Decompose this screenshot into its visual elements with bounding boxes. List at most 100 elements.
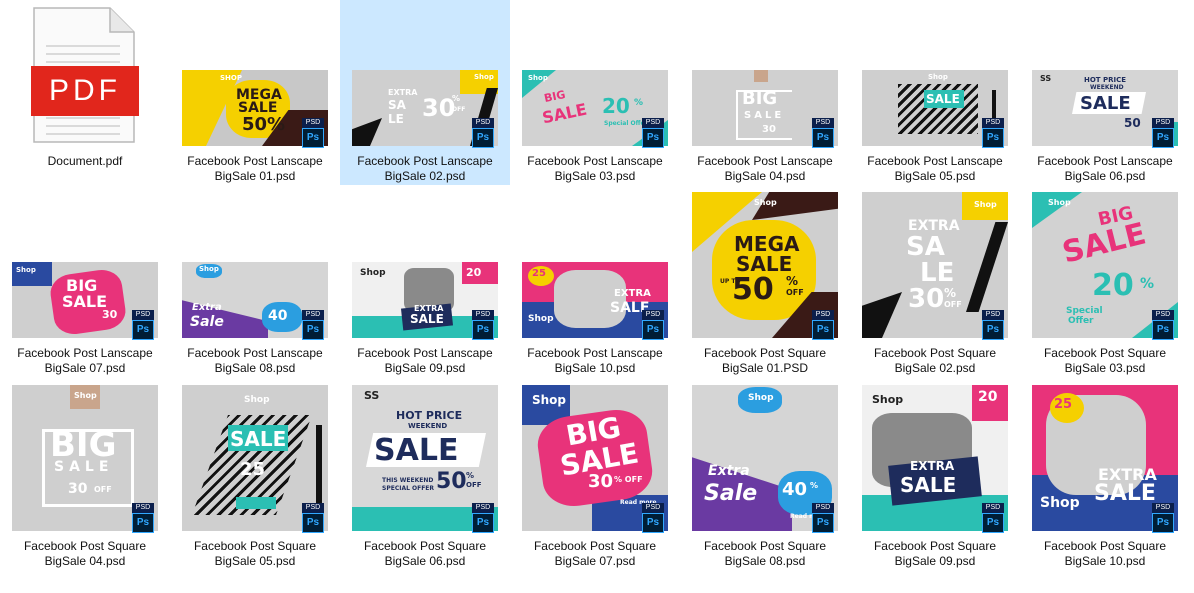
psd-label: PSD	[472, 310, 494, 320]
thumbnail-text: %	[634, 98, 644, 108]
file-name-line: BigSale 07.psd	[554, 554, 636, 568]
thumbnail-text: HOT PRICE	[1084, 76, 1127, 84]
file-name-line: Facebook Post Lanscape	[357, 346, 493, 360]
thumbnail-text: Shop	[974, 200, 997, 209]
thumbnail-shape	[352, 118, 382, 146]
file-name-line: BigSale 01.PSD	[721, 361, 809, 375]
file-name: Facebook Post Lanscape BigSale 05.psd	[850, 154, 1020, 184]
ps-label: Ps	[812, 320, 834, 340]
photoshop-file-icon: PSD Ps	[1152, 118, 1174, 148]
file-name-line: BigSale 01.psd	[214, 169, 296, 183]
thumbnail-text: %	[466, 471, 475, 480]
file-name-line: Facebook Post Square	[363, 539, 487, 553]
file-name-line: Facebook Post Square	[1043, 539, 1167, 553]
file-square-01[interactable]: Shop MEGA SALE UP TO 50 % OFF PSD Ps Face…	[680, 192, 850, 377]
file-name: Facebook Post Square BigSale 05.psd	[170, 539, 340, 569]
file-name: Facebook Post Lanscape BigSale 02.psd	[340, 154, 510, 184]
pdf-badge: PDF	[31, 66, 139, 116]
thumbnail-text: EXTRA	[910, 459, 955, 473]
file-name: Facebook Post Square BigSale 02.psd	[850, 346, 1020, 376]
thumbnail-text: 30	[102, 308, 118, 321]
photoshop-file-icon: PSD Ps	[1152, 310, 1174, 340]
ps-label: Ps	[982, 320, 1004, 340]
thumbnail-text: Shop	[199, 265, 219, 273]
thumbnail-text: EXTRA	[388, 88, 418, 97]
file-name: Facebook Post Square BigSale 01.PSD	[680, 346, 850, 376]
thumbnail-text: SPECIAL OFFER	[382, 485, 435, 492]
psd-label: PSD	[132, 310, 154, 320]
thumbnail-text: Shop	[754, 198, 777, 207]
file-name-line: BigSale 08.psd	[214, 361, 296, 375]
ps-label: Ps	[1152, 513, 1174, 533]
thumbnail-text: SALE	[230, 427, 287, 451]
file-name: Facebook Post Square BigSale 06.psd	[340, 539, 510, 569]
file-square-02[interactable]: Shop EXTRA SA LE 30 % OFF PSD Ps Facebook…	[850, 192, 1020, 377]
file-square-07[interactable]: Shop BIG SALE 30 % OFF Read more PSD Ps F…	[510, 385, 680, 570]
thumbnail-text: 25	[240, 459, 266, 480]
file-square-10[interactable]: 25 Shop EXTRA SALE PSD Ps Facebook Post S…	[1020, 385, 1190, 570]
thumbnail-text: SALE	[1094, 481, 1156, 506]
psd-label: PSD	[982, 503, 1004, 513]
file-square-03[interactable]: Shop BIG SALE 20 % Special Offer PSD Ps F…	[1020, 192, 1190, 377]
file-name: Document.pdf	[0, 154, 170, 169]
thumbnail-text: Extra	[708, 463, 750, 479]
thumbnail-text: Shop	[1040, 495, 1080, 511]
ps-label: Ps	[302, 128, 324, 148]
file-square-05[interactable]: Shop SALE 25 PSD Ps Facebook Post Square B…	[170, 385, 340, 570]
file-name-line: Document.pdf	[47, 154, 123, 168]
ps-label: Ps	[472, 320, 494, 340]
file-name: Facebook Post Lanscape BigSale 06.psd	[1020, 154, 1190, 184]
file-name: Facebook Post Lanscape BigSale 09.psd	[340, 346, 510, 376]
file-document-pdf[interactable]: PDF Document.pdf	[0, 0, 170, 185]
thumbnail-text: Shop	[872, 393, 904, 406]
psd-label: PSD	[472, 503, 494, 513]
ps-label: Ps	[132, 320, 154, 340]
thumbnail-text: BIG	[542, 87, 567, 106]
file-name: Facebook Post Square BigSale 03.psd	[1020, 346, 1190, 376]
file-landscape-02[interactable]: EXTRA SA LE 30 % OFF Shop PSD Ps Facebook…	[340, 0, 510, 185]
thumbnail-text: Shop	[474, 73, 494, 81]
thumbnail-text: Shop	[360, 268, 386, 278]
file-landscape-10[interactable]: 25 Shop EXTRA SALE PSD Ps Facebook Post L…	[510, 192, 680, 377]
thumbnail-text: LE	[388, 112, 404, 126]
file-landscape-07[interactable]: Shop BIG SALE 30 PSD Ps Facebook Post Lan…	[0, 192, 170, 377]
thumbnail-text: 50	[1124, 116, 1141, 130]
thumbnail-text: Special	[1066, 306, 1103, 316]
photoshop-file-icon: PSD Ps	[982, 310, 1004, 340]
psd-label: PSD	[812, 503, 834, 513]
thumbnail-shape	[236, 497, 276, 509]
photoshop-file-icon: PSD Ps	[1152, 503, 1174, 533]
file-name-line: Facebook Post Lanscape	[697, 154, 833, 168]
photoshop-file-icon: PSD Ps	[982, 118, 1004, 148]
thumbnail-text: Shop	[528, 74, 548, 82]
file-name-line: BigSale 08.psd	[724, 554, 806, 568]
thumbnail-text: %	[1140, 276, 1155, 292]
file-name-line: BigSale 09.psd	[384, 361, 466, 375]
file-landscape-08[interactable]: Shop Extra Sale 40 PSD Ps Facebook Post L…	[170, 192, 340, 377]
file-name-line: Facebook Post Lanscape	[187, 154, 323, 168]
thumbnail-text: Shop	[244, 395, 270, 405]
file-landscape-04[interactable]: BIG SALE 30 PSD Ps Facebook Post Lanscape…	[680, 0, 850, 185]
file-landscape-03[interactable]: Shop BIG SALE 20 % Special Offer PSD Ps F…	[510, 0, 680, 185]
ps-label: Ps	[812, 128, 834, 148]
thumbnail-text: SALE	[410, 312, 444, 326]
ps-label: Ps	[132, 513, 154, 533]
file-landscape-06[interactable]: SS HOT PRICE WEEKEND SALE 50 PSD Ps Faceb…	[1020, 0, 1190, 185]
thumbnail-shape	[754, 70, 768, 82]
file-square-04[interactable]: Shop BIG SALE 30 OFF PSD Ps Facebook Post…	[0, 385, 170, 570]
photoshop-file-icon: PSD Ps	[642, 503, 664, 533]
file-name-line: BigSale 04.psd	[44, 554, 126, 568]
psd-label: PSD	[642, 503, 664, 513]
psd-label: PSD	[472, 118, 494, 128]
file-square-06[interactable]: SS HOT PRICE WEEKEND SALE THIS WEEKEND S…	[340, 385, 510, 570]
file-name-line: BigSale 09.psd	[894, 554, 976, 568]
psd-label: PSD	[642, 310, 664, 320]
thumbnail-text: Shop	[1048, 198, 1071, 207]
file-landscape-05[interactable]: Shop SALE PSD Ps Facebook Post Lanscape Bi…	[850, 0, 1020, 185]
file-landscape-01[interactable]: SHOP MEGA SALE 50% PSD Ps Facebook Post L…	[170, 0, 340, 185]
thumbnail-text: 30	[588, 471, 614, 492]
thumbnail-text: WEEKEND	[408, 422, 448, 430]
file-square-09[interactable]: Shop 20 EXTRA SALE PSD Ps Facebook Post S…	[850, 385, 1020, 570]
file-landscape-09[interactable]: Shop 20 EXTRA SALE PSD Ps Facebook Post L…	[340, 192, 510, 377]
file-square-08[interactable]: Shop Extra Sale 40 % Read more PSD Ps Fac…	[680, 385, 850, 570]
